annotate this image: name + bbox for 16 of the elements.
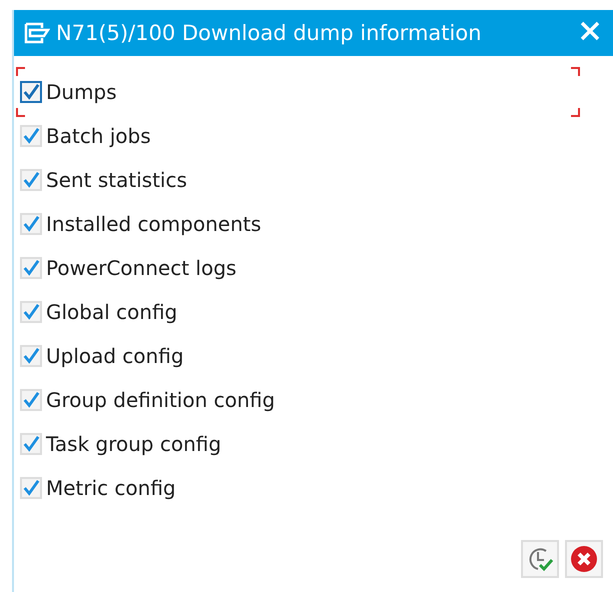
window-icon: [24, 22, 50, 44]
option-label: PowerConnect logs: [46, 256, 236, 280]
option-label: Installed components: [46, 212, 262, 236]
execute-button[interactable]: [521, 540, 559, 578]
window-title: N71(5)/100 Download dump information: [56, 21, 482, 45]
option-label: Upload config: [46, 344, 184, 368]
checkbox[interactable]: [20, 81, 42, 103]
option-label: Metric config: [46, 476, 176, 500]
option-label: Task group config: [46, 432, 222, 456]
option-label: Group definition config: [46, 388, 275, 412]
option-label: Dumps: [46, 80, 117, 104]
cancel-icon: [570, 545, 598, 573]
option-label: Batch jobs: [46, 124, 151, 148]
option-label: Sent statistics: [46, 168, 188, 192]
option-label: Global config: [46, 300, 178, 324]
cancel-button[interactable]: [565, 540, 603, 578]
